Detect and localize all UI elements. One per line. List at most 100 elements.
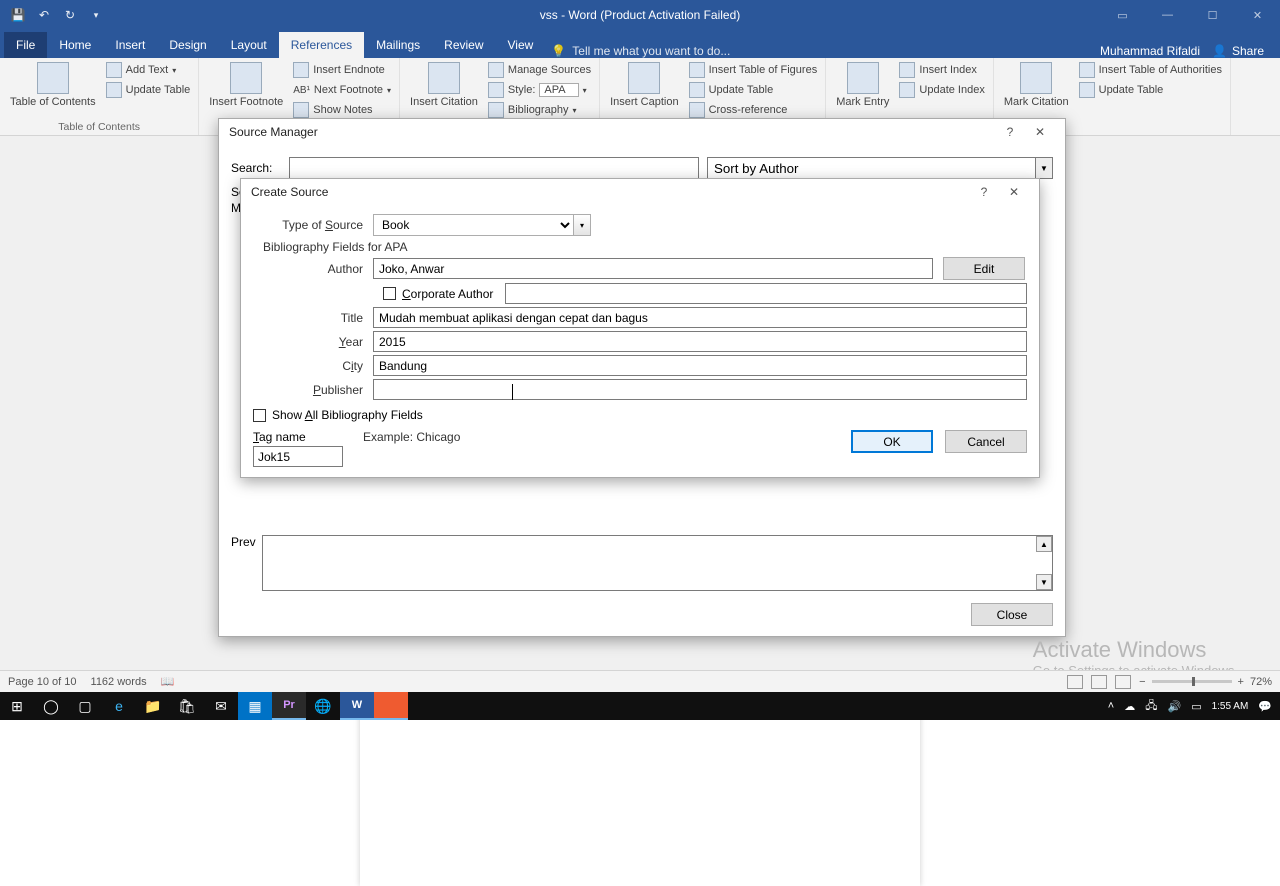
qat-more-icon[interactable]: ▾ bbox=[84, 3, 108, 27]
edit-author-button[interactable]: Edit bbox=[943, 257, 1025, 280]
redo-icon[interactable]: ↻ bbox=[58, 3, 82, 27]
bibliography-button[interactable]: Bibliography▾ bbox=[486, 100, 593, 120]
title-input[interactable] bbox=[373, 307, 1027, 328]
scroll-up-icon[interactable]: ▲ bbox=[1036, 536, 1052, 552]
insert-figures-button[interactable]: Insert Table of Figures bbox=[687, 60, 820, 80]
close-dialog-icon[interactable]: ✕ bbox=[1025, 122, 1055, 142]
mail-icon[interactable]: ✉ bbox=[204, 692, 238, 720]
share-button[interactable]: 👤 Share bbox=[1212, 44, 1264, 58]
updateindex-icon bbox=[899, 82, 915, 98]
mark-entry-button[interactable]: Mark Entry bbox=[832, 60, 893, 110]
city-input[interactable] bbox=[373, 355, 1027, 376]
tag-name-input[interactable] bbox=[253, 446, 343, 467]
update-toa-button[interactable]: Update Table bbox=[1077, 80, 1224, 100]
recorder-icon[interactable] bbox=[374, 692, 408, 720]
help-icon[interactable]: ? bbox=[995, 122, 1025, 142]
tab-layout[interactable]: Layout bbox=[219, 32, 279, 58]
premiere-icon[interactable]: Pr bbox=[272, 692, 306, 720]
insert-index-button[interactable]: Insert Index bbox=[897, 60, 986, 80]
read-mode-icon[interactable] bbox=[1067, 675, 1083, 689]
insert-citation-button[interactable]: Insert Citation bbox=[406, 60, 482, 110]
ok-button[interactable]: OK bbox=[851, 430, 933, 453]
add-text-button[interactable]: Add Text▾ bbox=[104, 60, 193, 80]
show-all-checkbox[interactable] bbox=[253, 409, 266, 422]
close-dialog-icon[interactable]: ✕ bbox=[999, 182, 1029, 202]
publisher-input[interactable] bbox=[373, 379, 1027, 400]
ribbon-options-icon[interactable]: ▭ bbox=[1100, 0, 1145, 30]
word-taskbar-icon[interactable]: W bbox=[340, 692, 374, 720]
update-figures-button[interactable]: Update Table bbox=[687, 80, 820, 100]
mark-citation-button[interactable]: Mark Citation bbox=[1000, 60, 1073, 110]
next-footnote-button[interactable]: AB¹Next Footnote▾ bbox=[291, 80, 393, 100]
tab-design[interactable]: Design bbox=[157, 32, 218, 58]
spellcheck-icon[interactable]: 📖 bbox=[161, 675, 175, 688]
volume-icon[interactable]: 🔊 bbox=[1167, 700, 1181, 713]
author-input[interactable] bbox=[373, 258, 933, 279]
network-icon[interactable]: 🖧 bbox=[1145, 697, 1157, 716]
type-select[interactable]: Book ▾ bbox=[373, 214, 591, 236]
chevron-down-icon[interactable]: ▼ bbox=[1035, 157, 1053, 179]
tray-chevron-icon[interactable]: ˄ bbox=[1108, 700, 1114, 712]
undo-icon[interactable]: ↶ bbox=[32, 3, 56, 27]
chevron-down-icon[interactable]: ▾ bbox=[573, 214, 591, 236]
year-input[interactable] bbox=[373, 331, 1027, 352]
manage-sources-button[interactable]: Manage Sources bbox=[486, 60, 593, 80]
tab-references[interactable]: References bbox=[279, 32, 364, 58]
word-count[interactable]: 1162 words bbox=[91, 676, 147, 688]
start-button[interactable]: ⊞ bbox=[0, 692, 34, 720]
insert-caption-button[interactable]: Insert Caption bbox=[606, 60, 682, 110]
status-bar: Page 10 of 10 1162 words 📖 − + 72% bbox=[0, 670, 1280, 692]
zoom-level[interactable]: 72% bbox=[1250, 676, 1272, 688]
zoom-out-icon[interactable]: − bbox=[1139, 676, 1145, 688]
xref-icon bbox=[689, 102, 705, 118]
tab-review[interactable]: Review bbox=[432, 32, 495, 58]
corporate-author-checkbox[interactable] bbox=[383, 287, 396, 300]
explorer-icon[interactable]: 📁 bbox=[136, 692, 170, 720]
edge-icon[interactable]: e bbox=[102, 692, 136, 720]
close-button[interactable]: Close bbox=[971, 603, 1053, 626]
taskview-icon[interactable]: ▢ bbox=[68, 692, 102, 720]
update-table-button[interactable]: Update Table bbox=[104, 80, 193, 100]
table-of-contents-button[interactable]: Table of Contents bbox=[6, 60, 100, 110]
tab-view[interactable]: View bbox=[496, 32, 546, 58]
toc-icon bbox=[37, 62, 69, 94]
insert-footnote-button[interactable]: Insert Footnote bbox=[205, 60, 287, 110]
print-layout-icon[interactable] bbox=[1091, 675, 1107, 689]
tab-insert[interactable]: Insert bbox=[103, 32, 157, 58]
show-notes-button[interactable]: Show Notes bbox=[291, 100, 393, 120]
cortana-icon[interactable]: ◯ bbox=[34, 692, 68, 720]
web-layout-icon[interactable] bbox=[1115, 675, 1131, 689]
cancel-button[interactable]: Cancel bbox=[945, 430, 1027, 453]
language-icon[interactable]: ▭ bbox=[1191, 700, 1201, 713]
insert-endnote-button[interactable]: Insert Endnote bbox=[291, 60, 393, 80]
chrome-icon[interactable]: 🌐 bbox=[306, 692, 340, 720]
scroll-down-icon[interactable]: ▼ bbox=[1036, 574, 1052, 590]
zoom-slider[interactable] bbox=[1152, 680, 1232, 683]
minimize-icon[interactable]: — bbox=[1145, 0, 1190, 30]
close-icon[interactable]: ✕ bbox=[1235, 0, 1280, 30]
update-index-button[interactable]: Update Index bbox=[897, 80, 986, 100]
caption-icon bbox=[628, 62, 660, 94]
action-center-icon[interactable]: 💬 bbox=[1258, 700, 1272, 713]
tab-mailings[interactable]: Mailings bbox=[364, 32, 432, 58]
tell-me-search[interactable]: 💡 Tell me what you want to do... bbox=[551, 44, 730, 58]
onedrive-icon[interactable]: ☁ bbox=[1124, 700, 1135, 713]
insert-toa-button[interactable]: Insert Table of Authorities bbox=[1077, 60, 1224, 80]
tab-home[interactable]: Home bbox=[47, 32, 103, 58]
page-count[interactable]: Page 10 of 10 bbox=[8, 676, 77, 688]
search-input[interactable] bbox=[289, 157, 699, 179]
account-user[interactable]: Muhammad Rifaldi bbox=[1100, 44, 1200, 58]
save-icon[interactable]: 💾 bbox=[6, 3, 30, 27]
sort-select[interactable] bbox=[707, 157, 1035, 179]
maximize-icon[interactable]: ☐ bbox=[1190, 0, 1235, 30]
tell-me-placeholder: Tell me what you want to do... bbox=[572, 44, 730, 58]
help-icon[interactable]: ? bbox=[969, 182, 999, 202]
app1-icon[interactable]: ▦ bbox=[238, 692, 272, 720]
system-clock[interactable]: 1:55 AM bbox=[1212, 701, 1249, 712]
zoom-in-icon[interactable]: + bbox=[1238, 676, 1244, 688]
store-icon[interactable]: 🛍 bbox=[170, 692, 204, 720]
corporate-author-input[interactable] bbox=[505, 283, 1027, 304]
citation-style-select[interactable]: Style: APA▾ bbox=[486, 80, 593, 100]
cross-reference-button[interactable]: Cross-reference bbox=[687, 100, 820, 120]
tab-file[interactable]: File bbox=[4, 32, 47, 58]
